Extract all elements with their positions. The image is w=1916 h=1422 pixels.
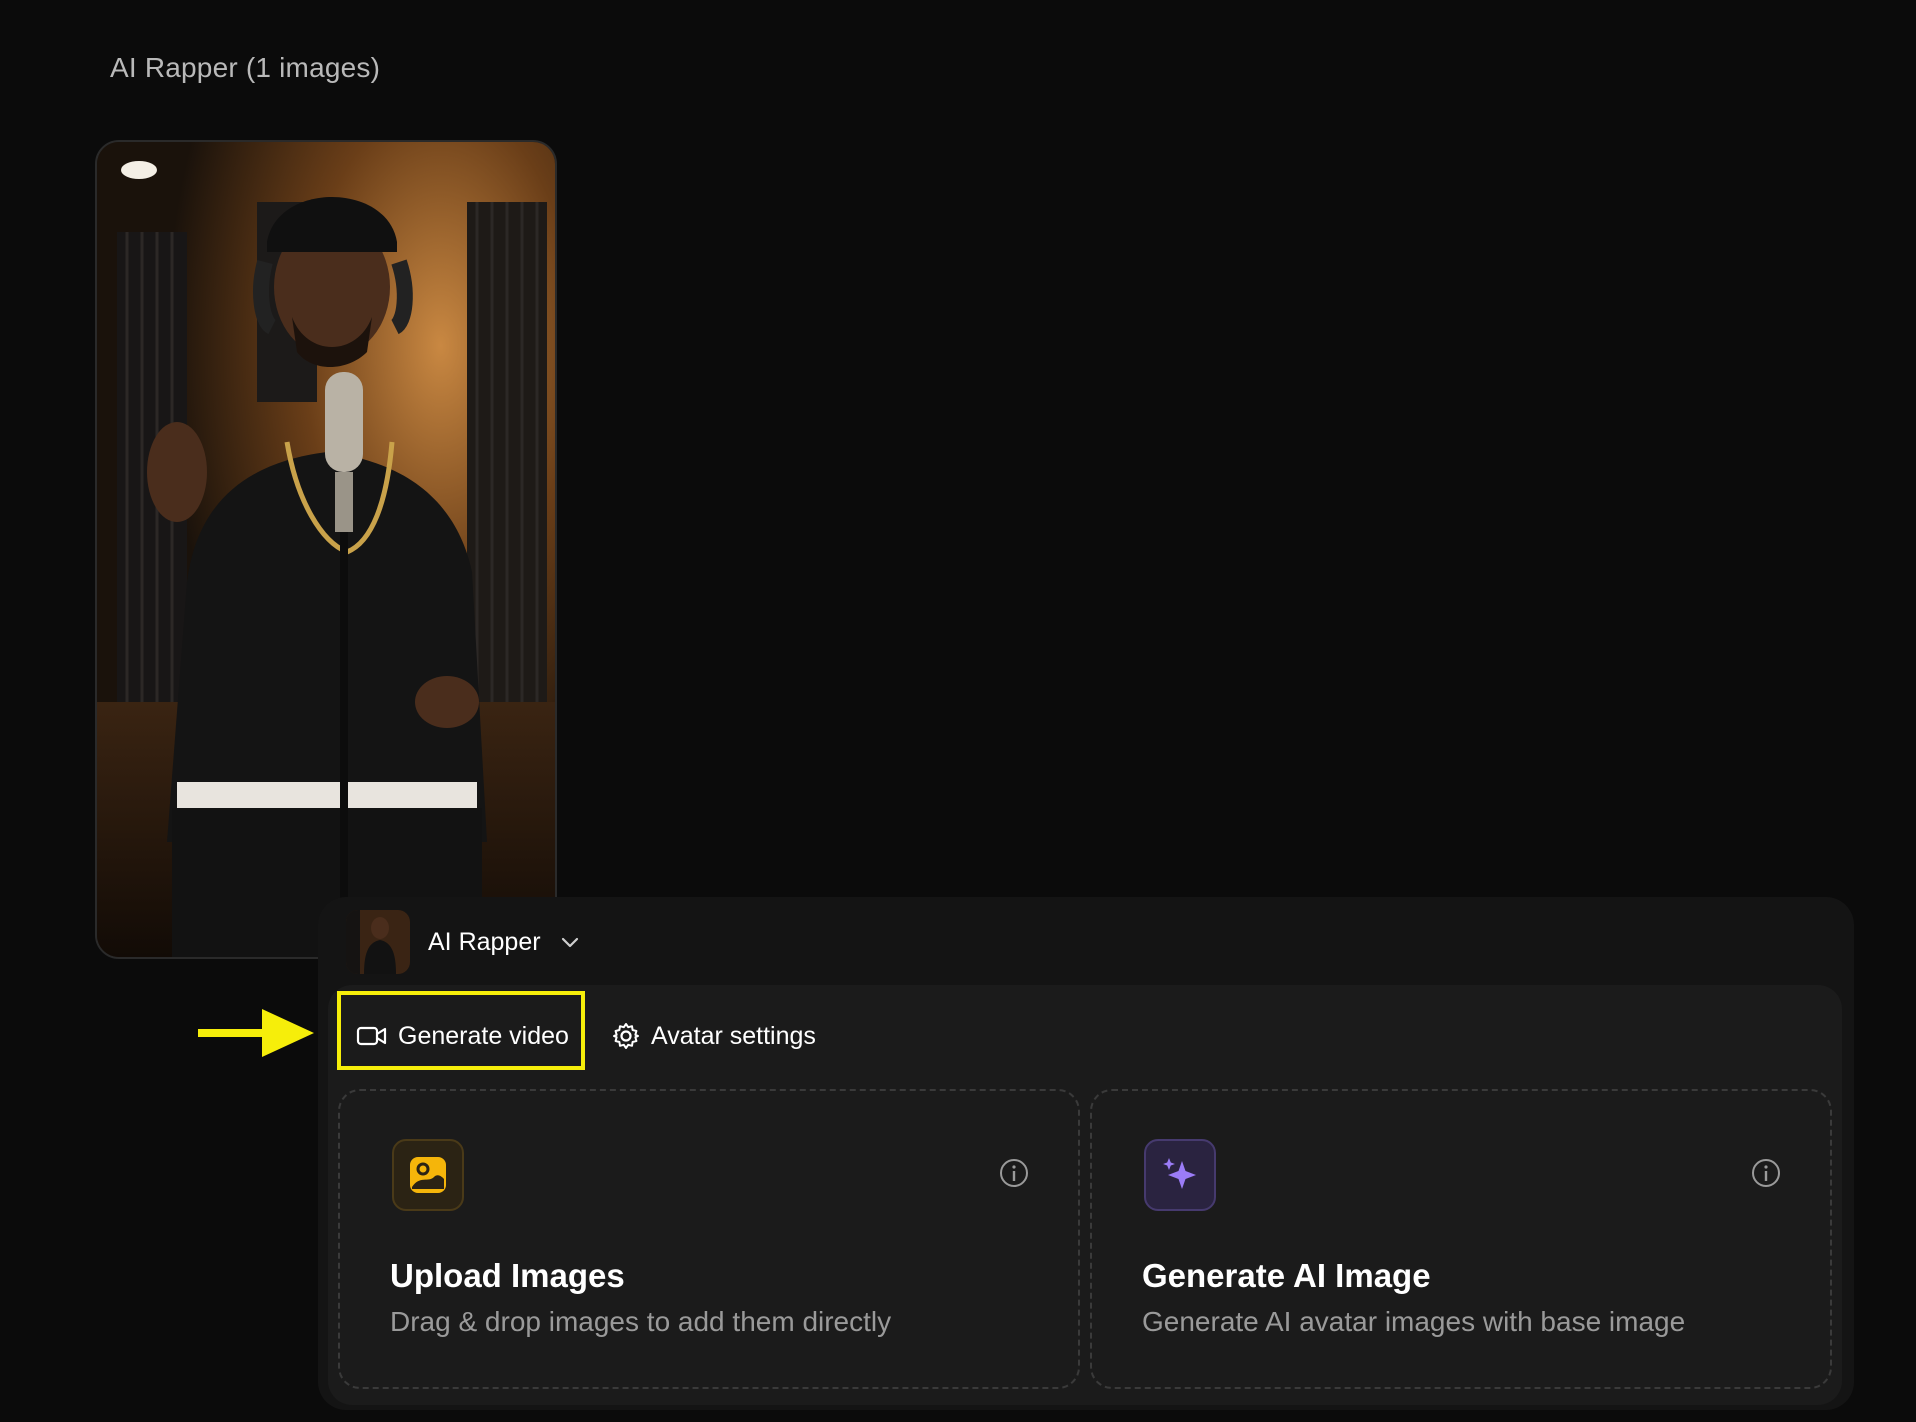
page: AI Rapper (1 images) AI Rapper Generate … (0, 0, 1916, 1422)
info-icon[interactable] (998, 1157, 1030, 1189)
upload-images-description: Drag & drop images to add them directly (390, 1306, 892, 1337)
avatar-image[interactable] (95, 140, 557, 959)
gear-icon (613, 1023, 639, 1049)
avatar-name[interactable]: AI Rapper (428, 928, 541, 957)
sparkles-icon (1144, 1139, 1216, 1211)
upload-images-card[interactable]: Upload Images Drag & drop images to add … (338, 1089, 1080, 1389)
avatar-thumbnail[interactable] (346, 910, 410, 974)
tab-avatar-settings[interactable]: Avatar settings (611, 1005, 816, 1067)
info-icon[interactable] (1750, 1157, 1782, 1189)
avatar-selector[interactable]: AI Rapper (346, 905, 581, 979)
highlight-box (337, 991, 585, 1070)
generate-ai-image-description: Generate AI avatar images with base imag… (1142, 1306, 1686, 1337)
rapper-photo (97, 142, 555, 957)
arrow-right-icon (198, 1009, 314, 1057)
generate-ai-image-card[interactable]: Generate AI Image Generate AI avatar ima… (1090, 1089, 1832, 1389)
avatar-thumbnail-image (346, 910, 410, 974)
gallery-title: AI Rapper (1 images) (110, 52, 381, 83)
chevron-down-icon[interactable] (559, 931, 581, 953)
tab-avatar-settings-label: Avatar settings (651, 1021, 816, 1050)
upload-images-title: Upload Images (390, 1257, 625, 1294)
generate-ai-image-title: Generate AI Image (1142, 1257, 1431, 1294)
image-upload-icon (392, 1139, 464, 1211)
